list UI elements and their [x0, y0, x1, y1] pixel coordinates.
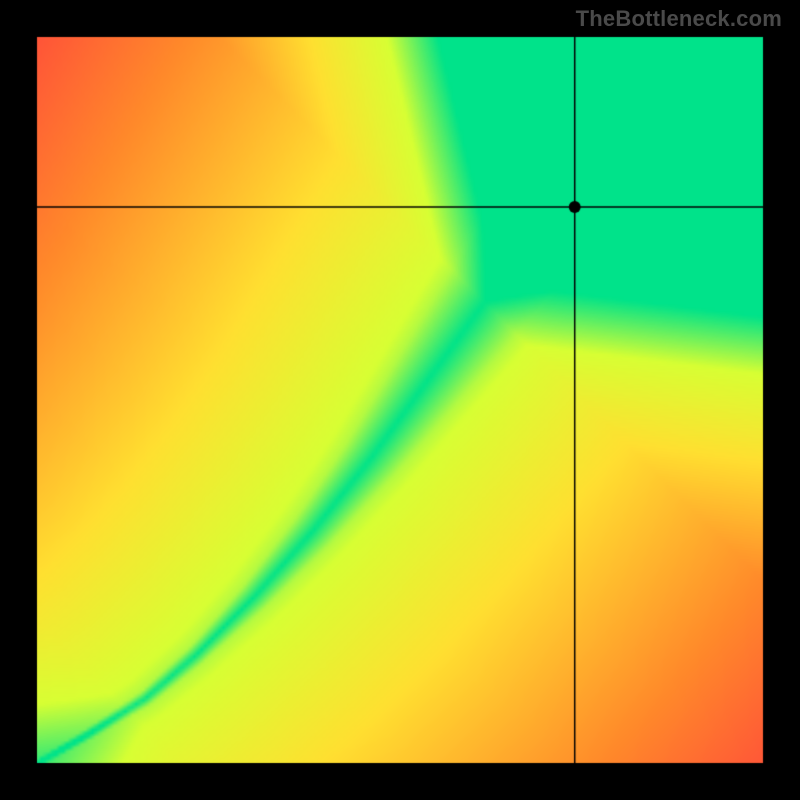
- bottleneck-heatmap: [0, 0, 800, 800]
- chart-container: TheBottleneck.com: [0, 0, 800, 800]
- watermark-text: TheBottleneck.com: [576, 6, 782, 32]
